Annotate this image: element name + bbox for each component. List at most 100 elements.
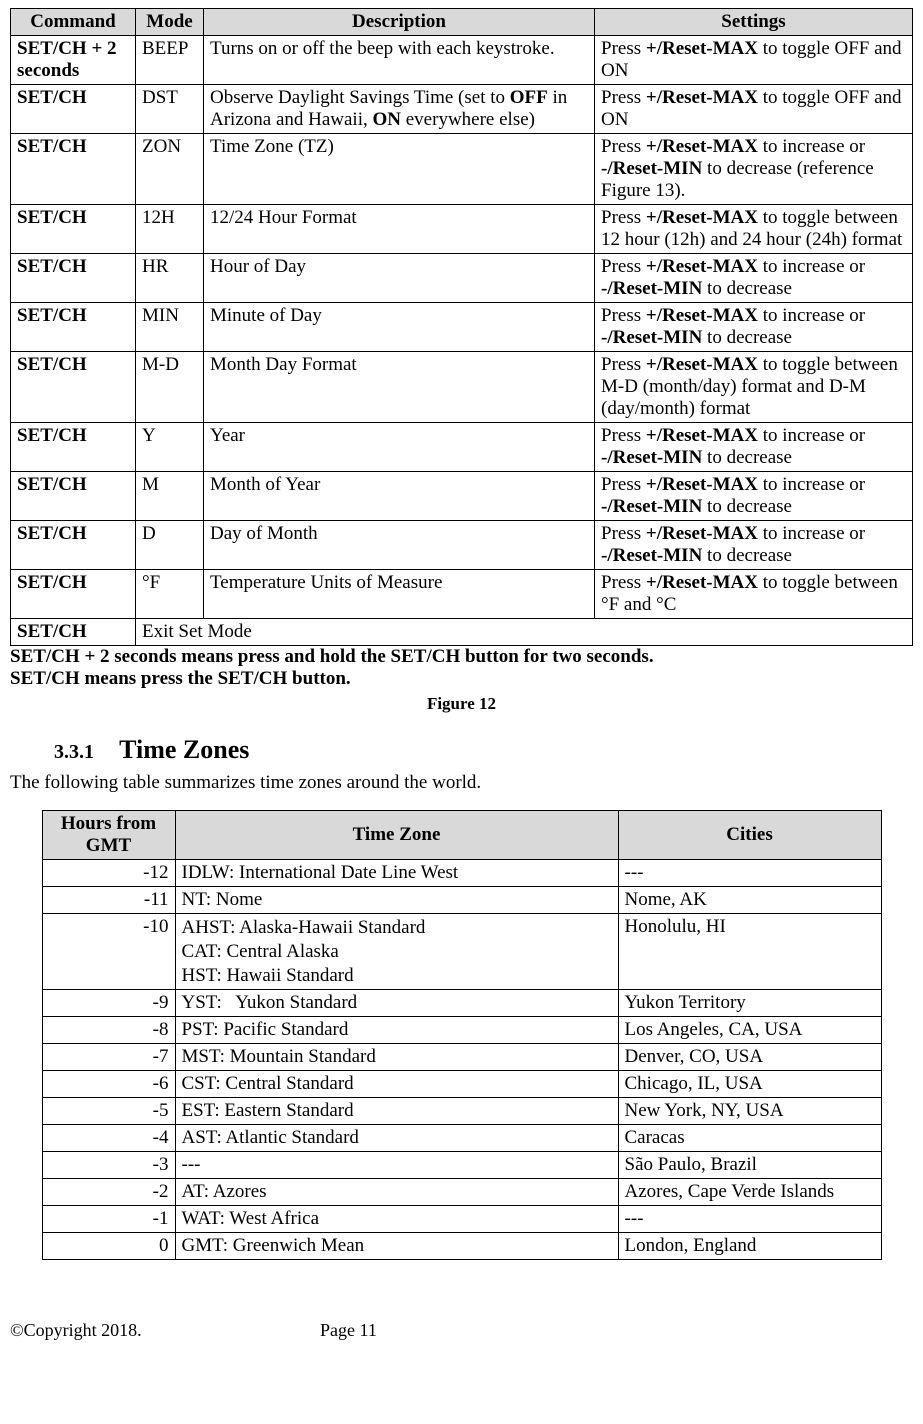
table-row: SET/CH°FTemperature Units of MeasurePres… xyxy=(11,570,913,619)
table-row: SET/CHM-DMonth Day FormatPress +/Reset-M… xyxy=(11,352,913,423)
cell-cities: --- xyxy=(618,1206,881,1233)
cell-command: SET/CH xyxy=(11,423,136,472)
cell-mode: HR xyxy=(136,254,204,303)
table-row: -9YST: Yukon StandardYukon Territory xyxy=(42,990,881,1017)
cell-cities: Nome, AK xyxy=(618,887,881,914)
cell-hours: 0 xyxy=(42,1233,175,1260)
cell-timezone: EST: Eastern Standard xyxy=(175,1098,618,1125)
cell-description: 12/24 Hour Format xyxy=(204,205,595,254)
cell-hours: -8 xyxy=(42,1017,175,1044)
table-notes: SET/CH + 2 seconds means press and hold … xyxy=(10,646,913,690)
cell-timezone: NT: Nome xyxy=(175,887,618,914)
th-cities: Cities xyxy=(618,811,881,860)
th-hours: Hours from GMT xyxy=(42,811,175,860)
cell-description: Time Zone (TZ) xyxy=(204,134,595,205)
cell-cities: São Paulo, Brazil xyxy=(618,1152,881,1179)
cell-mode: DST xyxy=(136,85,204,134)
settings-thead: Command Mode Description Settings xyxy=(11,9,913,36)
cell-hours: -9 xyxy=(42,990,175,1017)
settings-table: Command Mode Description Settings SET/CH… xyxy=(10,8,913,646)
cell-description: Turns on or off the beep with each keyst… xyxy=(204,36,595,85)
cell-cities: Chicago, IL, USA xyxy=(618,1071,881,1098)
timezone-table: Hours from GMT Time Zone Cities -12IDLW:… xyxy=(42,810,882,1260)
cell-description: Observe Daylight Savings Time (set to OF… xyxy=(204,85,595,134)
table-row: -2AT: AzoresAzores, Cape Verde Islands xyxy=(42,1179,881,1206)
page-footer: ©Copyright 2018. Page 11 xyxy=(10,1320,913,1341)
cell-hours: -6 xyxy=(42,1071,175,1098)
th-tz: Time Zone xyxy=(175,811,618,860)
table-row: -6CST: Central StandardChicago, IL, USA xyxy=(42,1071,881,1098)
cell-timezone: YST: Yukon Standard xyxy=(175,990,618,1017)
table-row-exit: SET/CHExit Set Mode xyxy=(11,619,913,646)
tz-thead: Hours from GMT Time Zone Cities xyxy=(42,811,881,860)
cell-settings: Press +/Reset-MAX to increase or -/Reset… xyxy=(595,303,913,352)
cell-command: SET/CH xyxy=(11,205,136,254)
cell-mode: Y xyxy=(136,423,204,472)
cell-mode: BEEP xyxy=(136,36,204,85)
cell-settings: Press +/Reset-MAX to increase or -/Reset… xyxy=(595,521,913,570)
note-line-2: SET/CH means press the SET/CH button. xyxy=(10,668,913,690)
cell-timezone: CST: Central Standard xyxy=(175,1071,618,1098)
cell-cities: Denver, CO, USA xyxy=(618,1044,881,1071)
cell-mode: MIN xyxy=(136,303,204,352)
cell-mode: °F xyxy=(136,570,204,619)
cell-command: SET/CH xyxy=(11,472,136,521)
th-command: Command xyxy=(11,9,136,36)
settings-tbody: SET/CH + 2 secondsBEEPTurns on or off th… xyxy=(11,36,913,646)
cell-mode: ZON xyxy=(136,134,204,205)
cell-cities: Los Angeles, CA, USA xyxy=(618,1017,881,1044)
cell-hours: -10 xyxy=(42,914,175,990)
table-row: SET/CHHRHour of DayPress +/Reset-MAX to … xyxy=(11,254,913,303)
cell-hours: -5 xyxy=(42,1098,175,1125)
cell-command: SET/CH + 2 seconds xyxy=(11,36,136,85)
cell-command: SET/CH xyxy=(11,303,136,352)
cell-timezone: AT: Azores xyxy=(175,1179,618,1206)
cell-timezone: GMT: Greenwich Mean xyxy=(175,1233,618,1260)
cell-timezone: AST: Atlantic Standard xyxy=(175,1125,618,1152)
cell-description: Day of Month xyxy=(204,521,595,570)
cell-mode: D xyxy=(136,521,204,570)
cell-command: SET/CH xyxy=(11,352,136,423)
cell-command: SET/CH xyxy=(11,521,136,570)
cell-timezone: IDLW: International Date Line West xyxy=(175,860,618,887)
cell-description: Month Day Format xyxy=(204,352,595,423)
cell-command: SET/CH xyxy=(11,619,136,646)
table-row: SET/CHDDay of MonthPress +/Reset-MAX to … xyxy=(11,521,913,570)
cell-exit-text: Exit Set Mode xyxy=(136,619,913,646)
copyright-text: ©Copyright 2018. xyxy=(10,1320,142,1340)
table-row: SET/CHYYearPress +/Reset-MAX to increase… xyxy=(11,423,913,472)
table-row: SET/CH + 2 secondsBEEPTurns on or off th… xyxy=(11,36,913,85)
cell-description: Month of Year xyxy=(204,472,595,521)
th-mode: Mode xyxy=(136,9,204,36)
cell-timezone: --- xyxy=(175,1152,618,1179)
table-row: -10AHST: Alaska-Hawaii StandardCAT: Cent… xyxy=(42,914,881,990)
cell-settings: Press +/Reset-MAX to toggle OFF and ON xyxy=(595,85,913,134)
cell-hours: -2 xyxy=(42,1179,175,1206)
section-heading: 3.3.1 Time Zones xyxy=(54,734,913,766)
table-row: -8PST: Pacific StandardLos Angeles, CA, … xyxy=(42,1017,881,1044)
section-intro: The following table summarizes time zone… xyxy=(10,772,913,794)
table-row: -7MST: Mountain StandardDenver, CO, USA xyxy=(42,1044,881,1071)
cell-cities: Azores, Cape Verde Islands xyxy=(618,1179,881,1206)
table-row: -11NT: NomeNome, AK xyxy=(42,887,881,914)
cell-cities: Yukon Territory xyxy=(618,990,881,1017)
cell-hours: -11 xyxy=(42,887,175,914)
table-row: -5EST: Eastern StandardNew York, NY, USA xyxy=(42,1098,881,1125)
cell-command: SET/CH xyxy=(11,570,136,619)
cell-mode: M-D xyxy=(136,352,204,423)
th-settings: Settings xyxy=(595,9,913,36)
table-row: 0GMT: Greenwich MeanLondon, England xyxy=(42,1233,881,1260)
cell-timezone: MST: Mountain Standard xyxy=(175,1044,618,1071)
page-number: Page 11 xyxy=(320,1320,377,1341)
section-number: 3.3.1 xyxy=(54,741,94,763)
cell-description: Temperature Units of Measure xyxy=(204,570,595,619)
cell-description: Hour of Day xyxy=(204,254,595,303)
cell-timezone: AHST: Alaska-Hawaii StandardCAT: Central… xyxy=(175,914,618,990)
cell-description: Year xyxy=(204,423,595,472)
table-row: -4AST: Atlantic StandardCaracas xyxy=(42,1125,881,1152)
cell-timezone: WAT: West Africa xyxy=(175,1206,618,1233)
cell-description: Minute of Day xyxy=(204,303,595,352)
table-row: SET/CHMINMinute of DayPress +/Reset-MAX … xyxy=(11,303,913,352)
cell-settings: Press +/Reset-MAX to toggle OFF and ON xyxy=(595,36,913,85)
cell-cities: --- xyxy=(618,860,881,887)
